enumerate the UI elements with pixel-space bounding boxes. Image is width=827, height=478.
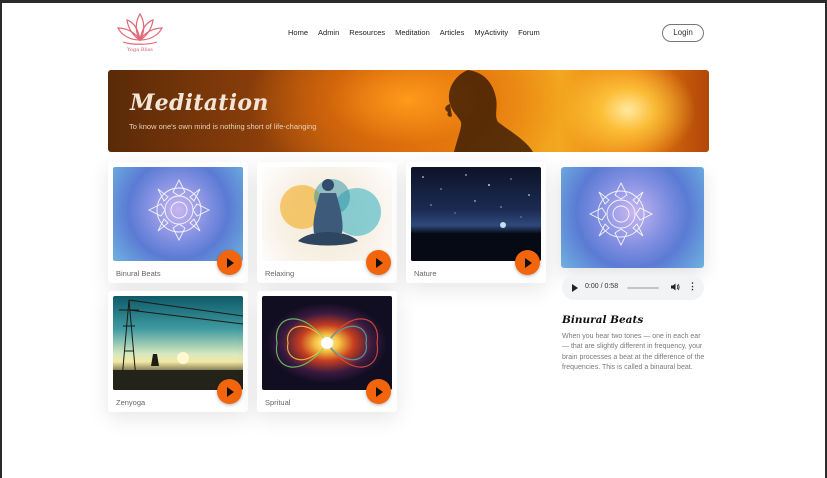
play-icon[interactable] <box>366 379 391 404</box>
meditating-figure-icon <box>280 179 381 246</box>
hero-banner: Meditation To know one's own mind is not… <box>108 70 709 152</box>
track-label: Relaxing <box>265 269 295 278</box>
mandala-icon <box>588 181 654 247</box>
track-description: When you hear two tones — one in each ea… <box>562 333 705 371</box>
play-icon[interactable] <box>217 250 242 275</box>
volume-icon[interactable] <box>670 282 680 292</box>
stars-icon <box>411 174 541 261</box>
nav-admin[interactable]: Admin <box>318 28 339 37</box>
nav-myactivity[interactable]: MyActivity <box>474 28 508 37</box>
nav-resources[interactable]: Resources <box>349 28 385 37</box>
track-title: Binural Beats <box>562 314 644 326</box>
window-top-border <box>0 0 827 3</box>
track-card-zenyoga[interactable]: Zenyoga <box>108 291 248 412</box>
nav-forum[interactable]: Forum <box>518 28 540 37</box>
track-label: Binural Beats <box>116 269 161 278</box>
page-title: Meditation <box>130 90 269 116</box>
now-playing-artwork <box>561 167 704 268</box>
energy-swirl-icon <box>275 318 379 368</box>
lotus-icon <box>117 12 163 45</box>
play-icon[interactable] <box>366 250 391 275</box>
energy-burst-thumbnail <box>262 296 392 390</box>
track-card-binural-beats[interactable]: Binural Beats <box>108 162 248 283</box>
meditating-woman-silhouette-image <box>445 70 533 152</box>
nav-articles[interactable]: Articles <box>440 28 465 37</box>
audio-progress-slider[interactable] <box>627 287 659 289</box>
nav-meditation[interactable]: Meditation <box>395 28 430 37</box>
page-subtitle: To know one's own mind is nothing short … <box>129 122 317 131</box>
track-label: Nature <box>414 269 437 278</box>
nav-home[interactable]: Home <box>288 28 308 37</box>
yoga-bliss-logo[interactable]: Yoga Bliss <box>113 10 167 56</box>
track-card-spritual[interactable]: Spritual <box>257 291 397 412</box>
window-left-border <box>0 0 2 478</box>
login-button[interactable]: Login <box>662 24 704 42</box>
play-icon[interactable] <box>515 250 540 275</box>
track-label: Zenyoga <box>116 398 146 407</box>
audio-player: 0:00 / 0:58 ⋮ <box>562 275 704 300</box>
night-sky-thumbnail <box>411 167 541 261</box>
audio-time: 0:00 / 0:58 <box>585 283 619 290</box>
sunset-field-thumbnail <box>113 296 243 390</box>
mandala-thumbnail <box>113 167 243 261</box>
main-nav: Home Admin Resources Meditation Articles… <box>288 28 550 37</box>
play-icon[interactable] <box>217 379 242 404</box>
more-options-icon[interactable]: ⋮ <box>688 281 697 292</box>
watercolor-meditation-thumbnail <box>262 167 392 261</box>
track-card-nature[interactable]: Nature <box>406 162 546 283</box>
track-card-relaxing[interactable]: Relaxing <box>257 162 397 283</box>
track-label: Spritual <box>265 398 291 407</box>
audio-play-icon[interactable] <box>572 283 578 292</box>
mandala-icon <box>147 178 211 242</box>
power-tower-icon <box>113 299 243 390</box>
brand-name: Yoga Bliss <box>127 47 153 53</box>
